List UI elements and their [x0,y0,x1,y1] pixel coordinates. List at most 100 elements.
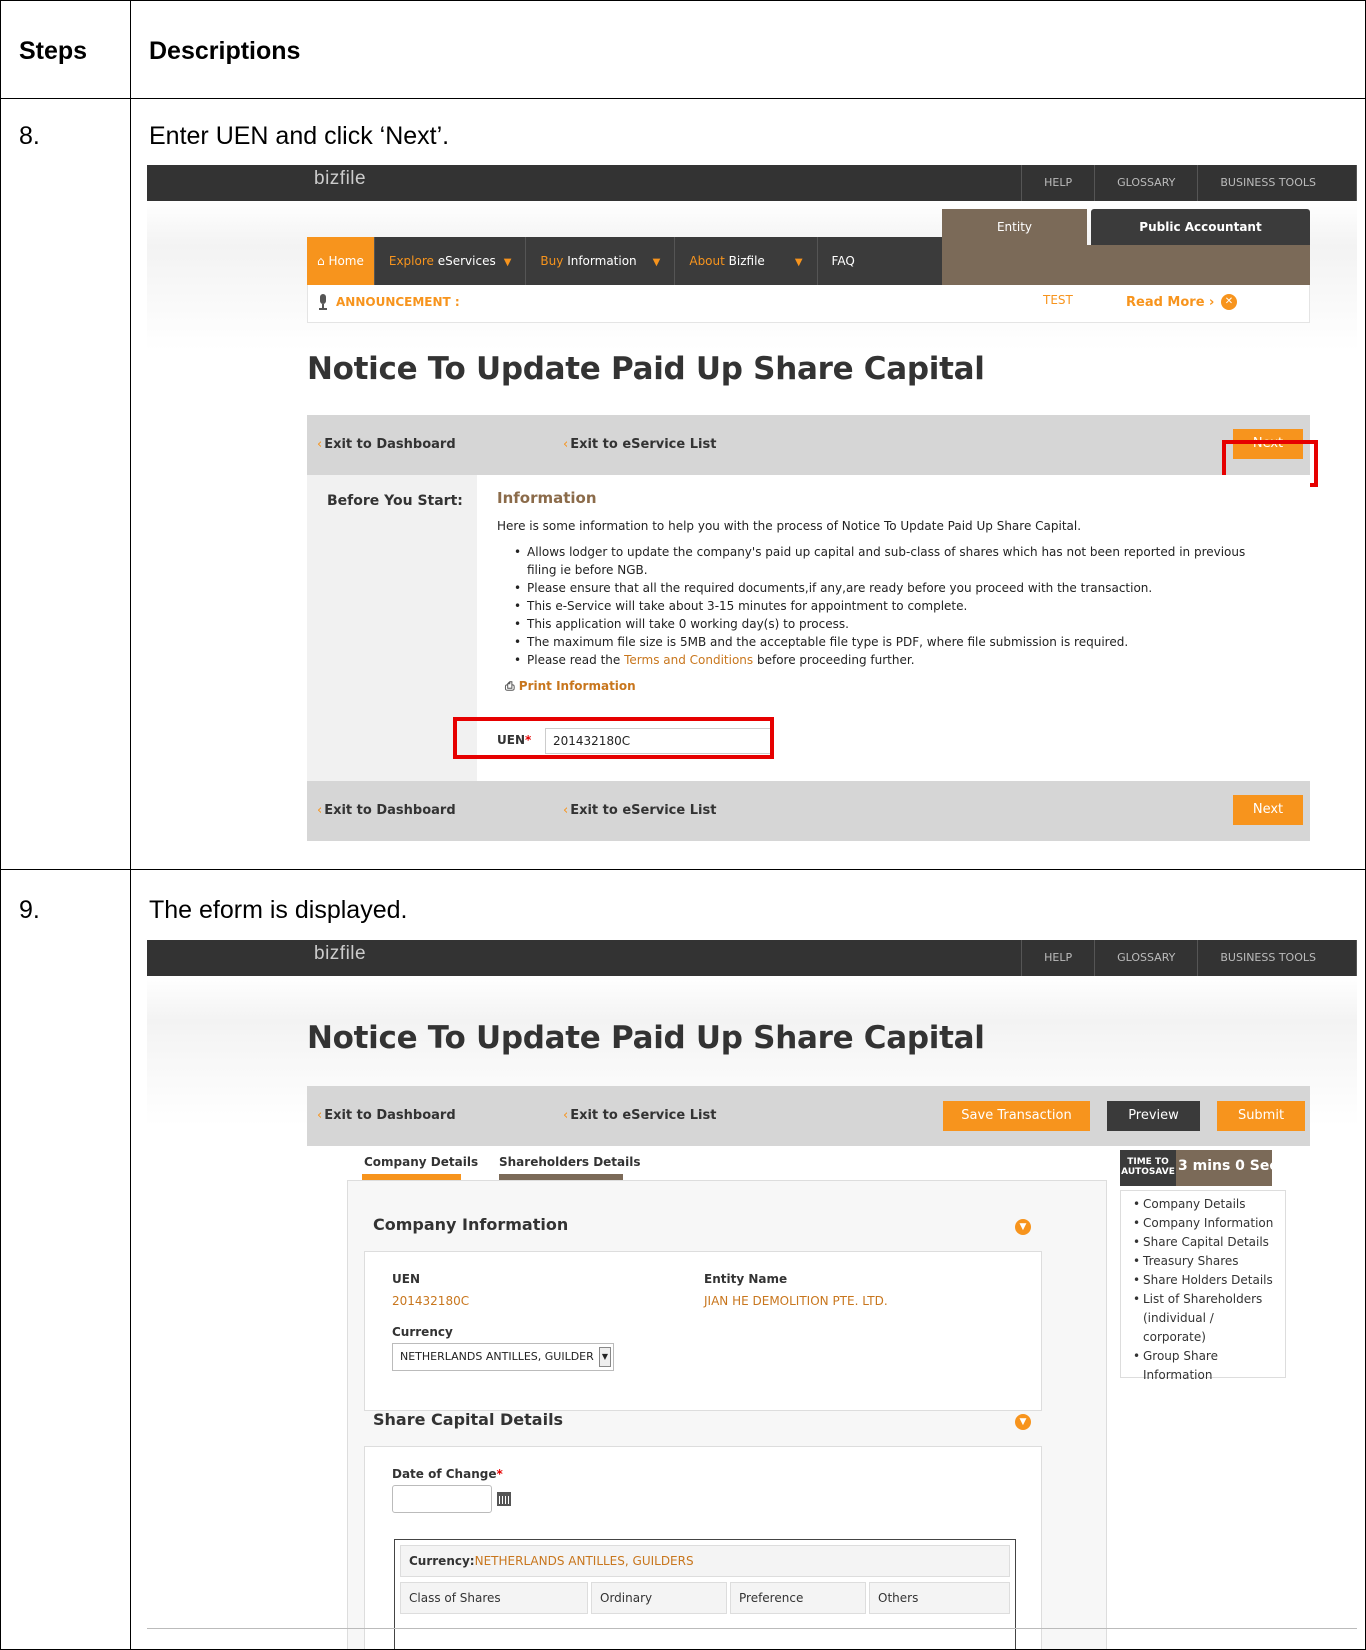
nav-about-label-b: Bizfile [724,254,765,268]
nav-buy-label-a: Buy [540,254,564,268]
chevron-down-icon: ▼ [652,257,661,268]
business-tools-link[interactable]: BUSINESS TOOLS [1197,165,1357,201]
before-you-start-panel: Before You Start: [307,475,477,781]
currency-select-value: NETHERLANDS ANTILLES, GUILDER [400,1350,594,1363]
top-action-bar: ‹ Exit to Dashboard ‹ Exit to eService Lis… [307,415,1310,475]
share-capital-details-title: Share Capital Details [373,1410,564,1429]
before-you-start-label: Before You Start: [327,493,463,509]
header-descriptions: Descriptions [149,37,301,65]
row-divider [1,869,1366,870]
nav-about-bizfile[interactable]: About Bizfile ▼ [675,237,818,285]
terms-post: before proceeding further. [753,653,915,667]
exit-to-dashboard-link[interactable]: ‹ Exit to Dashboard [317,1108,456,1123]
main-nav: ⌂ Home Explore eServices ▼ Buy Informatio… [307,237,942,285]
exit-to-dashboard-link[interactable]: ‹ Exit to Dashboard [317,437,456,452]
information-intro: Here is some information to help you wit… [497,519,1082,533]
nav-home[interactable]: ⌂ Home [307,237,375,285]
step-number-9: 9. [19,896,40,924]
print-information-label: Print Information [518,679,636,693]
chevron-left-icon: ‹ [563,803,569,818]
nav-buy-information[interactable]: Buy Information ▼ [526,237,676,285]
toc-group-share-information[interactable]: Group Share Information [1133,1347,1229,1385]
step-description-9: The eform is displayed. [149,896,408,924]
list-item: Please read the Terms and Conditions bef… [514,651,1274,669]
uen-value: 201432180C [392,1294,470,1308]
header-divider [1,98,1366,99]
column-divider [130,1,131,1650]
chevron-left-icon: ‹ [563,1108,569,1123]
nav-explore-label-b: eServices [433,254,496,268]
tab-shareholders-details[interactable]: Shareholders Details [499,1155,641,1169]
currency-row-value: NETHERLANDS ANTILLES, GUILDERS [474,1554,694,1568]
close-icon[interactable]: ✕ [1221,294,1237,310]
tab-company-details[interactable]: Company Details [364,1155,478,1169]
nav-home-label: Home [328,254,364,268]
glossary-link[interactable]: GLOSSARY [1094,165,1197,201]
exit-to-eservice-list-label: Exit to eService List [570,803,717,818]
toc-share-holders-details[interactable]: Share Holders Details [1133,1271,1285,1290]
col-ordinary: Ordinary [591,1582,727,1614]
date-of-change-input[interactable] [392,1485,492,1513]
preview-button[interactable]: Preview [1107,1101,1200,1131]
col-class-of-shares: Class of Shares [400,1582,588,1614]
list-item: This application will take 0 working day… [514,615,1274,633]
screenshot-eform: bizfile HELP GLOSSARY BUSINESS TOOLS Not… [147,940,1357,1649]
business-tools-link[interactable]: BUSINESS TOOLS [1197,940,1357,976]
autosave-label-line2: AUTOSAVE [1121,1167,1175,1177]
help-link[interactable]: HELP [1021,940,1094,976]
section-navigator: Company Details Company Information Shar… [1120,1190,1286,1382]
next-button[interactable]: Next [1233,795,1303,825]
bizfile-logo: bizfile [314,943,367,964]
exit-to-eservice-list-link[interactable]: ‹ Exit to eService List [563,803,716,818]
toc-share-capital-details[interactable]: Share Capital Details [1133,1233,1285,1252]
microphone-icon [319,294,327,310]
top-action-bar: ‹ Exit to Dashboard ‹ Exit to eService Lis… [307,1086,1310,1146]
terms-pre: Please read the [527,653,625,667]
save-transaction-button[interactable]: Save Transaction [943,1101,1090,1131]
exit-to-dashboard-label: Exit to Dashboard [324,1108,456,1123]
tab-public-accountant[interactable]: Public Accountant [1091,209,1310,245]
exit-to-eservice-list-link[interactable]: ‹ Exit to eService List [563,437,716,452]
submit-button[interactable]: Submit [1217,1101,1305,1131]
company-information-title: Company Information [373,1215,569,1234]
calendar-icon[interactable] [497,1492,511,1506]
glossary-link[interactable]: GLOSSARY [1094,940,1197,976]
autosave-time: 3 mins 0 Sec [1178,1158,1278,1174]
list-item: Please ensure that all the required docu… [514,579,1274,597]
collapse-icon[interactable]: ▼ [1015,1219,1031,1235]
entity-name-value: JIAN HE DEMOLITION PTE. LTD. [704,1294,888,1308]
toc-company-information[interactable]: Company Information [1133,1214,1285,1233]
step-description-8: Enter UEN and click ‘Next’. [149,122,450,150]
autosave-timer: TIME TO AUTOSAVE 3 mins 0 Sec [1120,1150,1278,1186]
date-of-change-label: Date of Change* [392,1467,503,1481]
toc-company-details[interactable]: Company Details [1133,1195,1285,1214]
uen-label: UEN [392,1272,420,1286]
bottom-action-bar: ‹ Exit to Dashboard ‹ Exit to eService Lis… [307,781,1310,841]
exit-to-eservice-list-label: Exit to eService List [570,437,717,452]
help-link[interactable]: HELP [1021,165,1094,201]
currency-row: Currency:NETHERLANDS ANTILLES, GUILDERS [400,1545,1010,1577]
print-information-link[interactable]: ⎙ Print Information [505,679,636,694]
read-more-link[interactable]: Read More › [1126,295,1214,310]
currency-label: Currency [392,1325,453,1339]
collapse-icon[interactable]: ▼ [1015,1414,1031,1430]
share-class-table: Currency:NETHERLANDS ANTILLES, GUILDERS … [394,1539,1016,1649]
toc-list-of-shareholders[interactable]: List of Shareholders (individual / corpo… [1133,1290,1269,1347]
toc-treasury-shares[interactable]: Treasury Shares [1133,1252,1285,1271]
chevron-left-icon: ‹ [317,1108,323,1123]
chevron-left-icon: ‹ [317,803,323,818]
tab-entity[interactable]: Entity [942,209,1087,245]
autosave-label: TIME TO AUTOSAVE [1120,1150,1176,1186]
nav-explore-label-a: Explore [388,254,434,268]
nav-explore-eservices[interactable]: Explore eServices ▼ [375,237,527,285]
share-capital-box: Date of Change* Currency:NETHERLANDS ANT… [364,1446,1042,1649]
nav-faq[interactable]: FAQ [818,237,869,285]
company-information-box: UEN 201432180C Entity Name JIAN HE DEMOL… [364,1251,1042,1411]
exit-to-dashboard-link[interactable]: ‹ Exit to Dashboard [317,803,456,818]
currency-select[interactable]: NETHERLANDS ANTILLES, GUILDER ▼ [392,1343,614,1371]
entity-tab-panel [942,245,1310,285]
exit-to-eservice-list-link[interactable]: ‹ Exit to eService List [563,1108,716,1123]
announcement-label: ANNOUNCEMENT : [336,295,460,309]
col-others: Others [869,1582,1010,1614]
terms-and-conditions-link[interactable]: Terms and Conditions [624,653,753,667]
